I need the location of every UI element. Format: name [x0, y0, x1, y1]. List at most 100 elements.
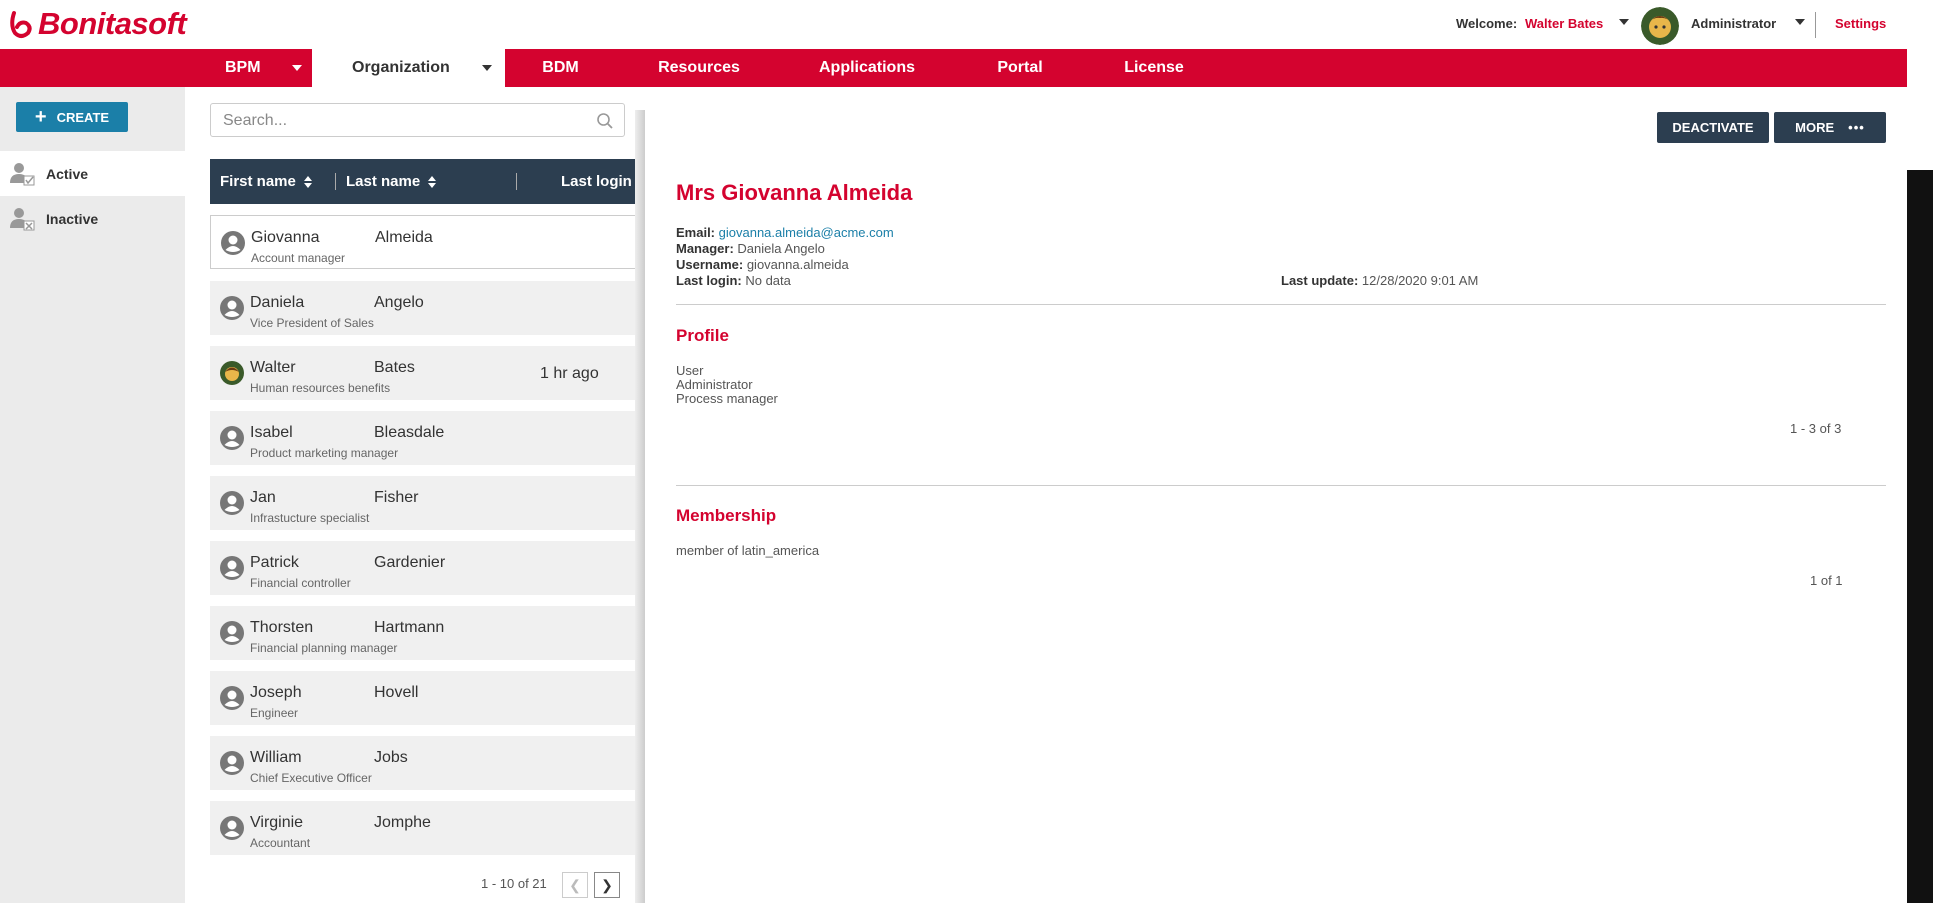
more-button[interactable]: MORE •••	[1774, 112, 1886, 143]
last-name: Bates	[374, 359, 415, 376]
email-info: Email: giovanna.almeida@acme.com	[676, 225, 894, 240]
chevron-down-icon	[292, 65, 302, 71]
job-title: Chief Executive Officer	[250, 771, 372, 785]
table-row[interactable]: Joseph Hovell Engineer	[210, 671, 644, 725]
role-selector[interactable]: Administrator	[1691, 16, 1776, 31]
email-link[interactable]: giovanna.almeida@acme.com	[719, 225, 894, 240]
profile-count: 1 - 3 of 3	[1790, 421, 1842, 436]
last-login-info: Last login: No data	[676, 273, 791, 288]
deactivate-button[interactable]: DEACTIVATE	[1657, 112, 1769, 143]
default-avatar-icon	[220, 426, 244, 450]
profile-item: Process manager	[676, 391, 778, 406]
manager-label: Manager:	[676, 241, 734, 256]
bonitasoft-logo[interactable]: Bonitasoft	[6, 6, 187, 42]
nav-item-label: Resources	[658, 59, 740, 76]
user-menu-chevron-down-icon[interactable]	[1619, 19, 1629, 25]
nav-item-label: BPM	[225, 59, 261, 76]
table-row[interactable]: William Jobs Chief Executive Officer	[210, 736, 644, 790]
nav-item-label: BDM	[542, 59, 579, 76]
sidebar-item-inactive[interactable]: Inactive	[0, 196, 185, 241]
role-chevron-down-icon[interactable]	[1795, 19, 1805, 25]
membership-item: member of latin_america	[676, 543, 820, 558]
last-login: 1 hr ago	[540, 365, 599, 382]
search-input[interactable]	[221, 110, 575, 132]
column-first-name[interactable]: First name	[220, 173, 313, 190]
table-row[interactable]: Patrick Gardenier Financial controller	[210, 541, 644, 595]
last-name: Angelo	[374, 294, 424, 311]
last-update-info: Last update: 12/28/2020 9:01 AM	[1281, 273, 1478, 288]
first-name: Giovanna	[251, 229, 320, 246]
user-full-name: Mrs Giovanna Almeida	[676, 180, 913, 205]
table-row[interactable]: Giovanna Almeida Account manager	[210, 215, 644, 269]
pagination-label: 1 - 10 of 21	[481, 876, 547, 891]
table-row[interactable]: Thorsten Hartmann Financial planning manag…	[210, 606, 644, 660]
nav-item-license[interactable]: License	[1112, 49, 1196, 87]
membership-section-title: Membership	[676, 506, 777, 525]
last-name: Gardenier	[374, 554, 446, 571]
sidebar-item-label: Inactive	[46, 210, 99, 227]
scrollbar[interactable]	[1907, 170, 1933, 903]
table-row[interactable]: Walter Bates Human resources benefits 1 hr …	[210, 346, 644, 400]
create-button[interactable]: + CREATE	[16, 102, 128, 132]
search-box	[210, 103, 625, 137]
welcome-user-link[interactable]: Walter Bates	[1525, 16, 1603, 31]
panel-divider	[635, 110, 645, 903]
default-avatar-icon	[221, 231, 245, 255]
last-name: Jomphe	[374, 814, 431, 831]
sidebar-item-active[interactable]: Active	[0, 151, 185, 196]
default-avatar-icon	[220, 491, 244, 515]
column-label: Last name	[346, 173, 421, 190]
first-name: Daniela	[250, 294, 305, 311]
search-icon[interactable]	[596, 112, 614, 130]
next-page-button[interactable]: ❯	[594, 872, 620, 898]
job-title: Infrastucture specialist	[250, 511, 370, 525]
nav-item-portal[interactable]: Portal	[984, 49, 1056, 87]
nav-item-organization[interactable]: Organization	[312, 49, 505, 87]
table-row[interactable]: Daniela Angelo Vice President of Sales	[210, 281, 644, 335]
column-divider	[335, 173, 336, 190]
user-avatar-icon	[220, 361, 244, 385]
bonita-logo-icon	[10, 11, 32, 38]
column-last-name[interactable]: Last name	[346, 173, 437, 190]
sidebar-item-label: Active	[46, 165, 89, 182]
job-title: Financial controller	[250, 576, 351, 590]
settings-link[interactable]: Settings	[1835, 16, 1886, 31]
job-title: Vice President of Sales	[250, 316, 374, 330]
previous-page-button[interactable]: ❮	[562, 872, 588, 898]
avatar[interactable]	[1641, 7, 1679, 45]
job-title: Engineer	[250, 706, 299, 720]
app-header: Bonitasoft Welcome: Walter Bates Adminis…	[0, 0, 1933, 49]
profile-item: User	[676, 363, 704, 378]
table-row[interactable]: Virginie Jomphe Accountant	[210, 801, 644, 855]
chevron-left-icon: ❮	[569, 876, 581, 893]
last-login-value: No data	[745, 273, 791, 288]
job-title: Financial planning manager	[250, 641, 398, 655]
nav-item-bdm[interactable]: BDM	[518, 49, 603, 87]
last-name: Almeida	[375, 229, 433, 246]
table-row[interactable]: Jan Fisher Infrastucture specialist	[210, 476, 644, 530]
nav-item-label: Organization	[352, 59, 450, 76]
nav-item-bpm[interactable]: BPM	[186, 49, 311, 87]
inactive-users-icon	[10, 207, 35, 230]
profile-item: Administrator	[676, 377, 753, 392]
job-title: Accountant	[250, 836, 311, 850]
last-name: Jobs	[374, 749, 408, 766]
user-detail-panel	[645, 87, 1907, 903]
nav-item-resources[interactable]: Resources	[648, 49, 750, 87]
first-name: Walter	[250, 359, 296, 376]
last-update-value: 12/28/2020 9:01 AM	[1361, 273, 1479, 288]
profile-section-title: Profile	[676, 326, 729, 345]
first-name: Virginie	[250, 814, 304, 831]
chevron-down-icon	[482, 65, 492, 71]
nav-item-label: Portal	[997, 59, 1043, 76]
column-last-login[interactable]: Last login	[561, 173, 632, 190]
first-name: Patrick	[250, 554, 299, 571]
nav-item-applications[interactable]: Applications	[806, 49, 928, 87]
manager-info: Manager: Daniela Angelo	[676, 241, 825, 256]
default-avatar-icon	[220, 621, 244, 645]
ellipsis-icon: •••	[1848, 120, 1865, 135]
last-name: Hovell	[374, 684, 419, 701]
default-avatar-icon	[220, 751, 244, 775]
table-row[interactable]: Isabel Bleasdale Product marketing manager	[210, 411, 644, 465]
profile-list: User Administrator Process manager	[676, 364, 778, 406]
